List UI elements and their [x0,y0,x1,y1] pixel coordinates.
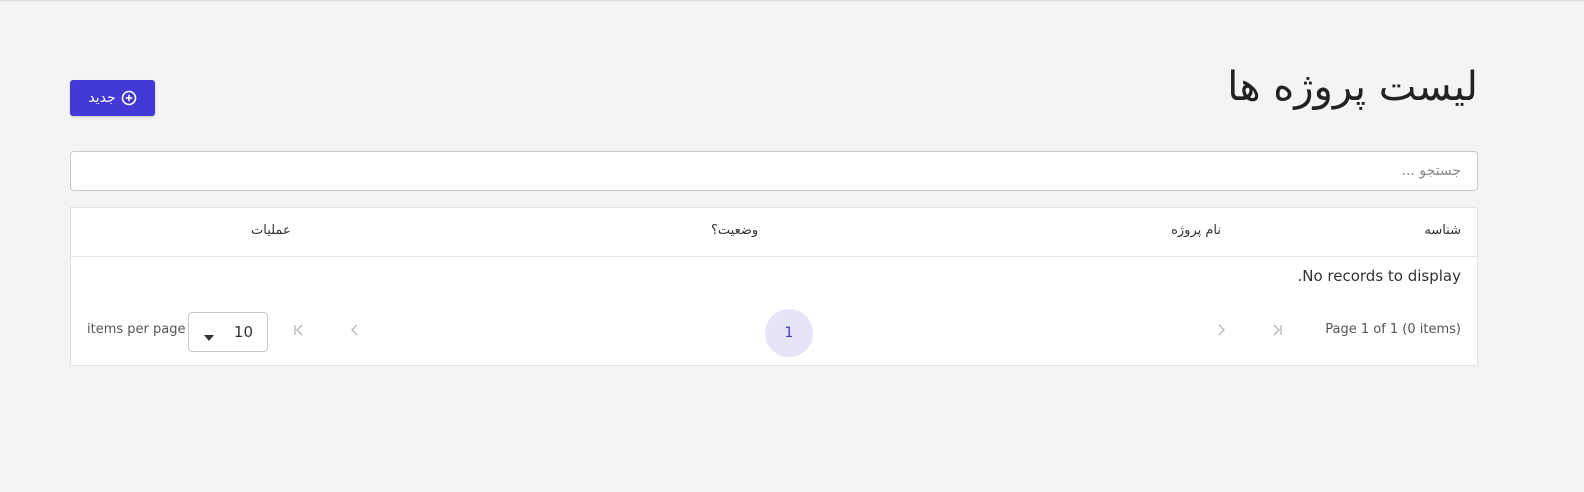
no-records-message: No records to display. [1297,267,1461,285]
caret-down-icon [203,328,215,341]
page-size-dropdown[interactable]: 10 [188,312,268,352]
column-header-project-name[interactable]: نام پروژه [1171,223,1221,238]
grid-header: شناسه نام پروژه وضعیت؟ عملیات [71,208,1477,257]
page-title: لیست پروژه ها [1227,64,1478,110]
column-header-actions: عملیات [251,223,291,238]
page-number-button[interactable]: 1 [765,309,813,357]
pager-info: Page 1 of 1 (0 items) [1325,322,1461,337]
previous-page-icon[interactable] [1209,318,1233,342]
items-per-page-label: items per page [87,322,186,337]
search-input[interactable] [70,151,1478,191]
first-page-icon[interactable] [1265,318,1289,342]
page-size-value: 10 [233,323,253,341]
last-page-icon[interactable] [287,318,311,342]
next-page-icon[interactable] [343,318,367,342]
projects-grid: شناسه نام پروژه وضعیت؟ عملیات No records… [70,207,1478,366]
new-project-button-label: جدید [88,90,116,106]
column-header-status[interactable]: وضعیت؟ [711,223,758,238]
top-shadow [0,0,1584,2]
column-header-id[interactable]: شناسه [1424,223,1461,238]
plus-circle-icon [121,90,137,106]
new-project-button[interactable]: جدید [70,80,155,116]
